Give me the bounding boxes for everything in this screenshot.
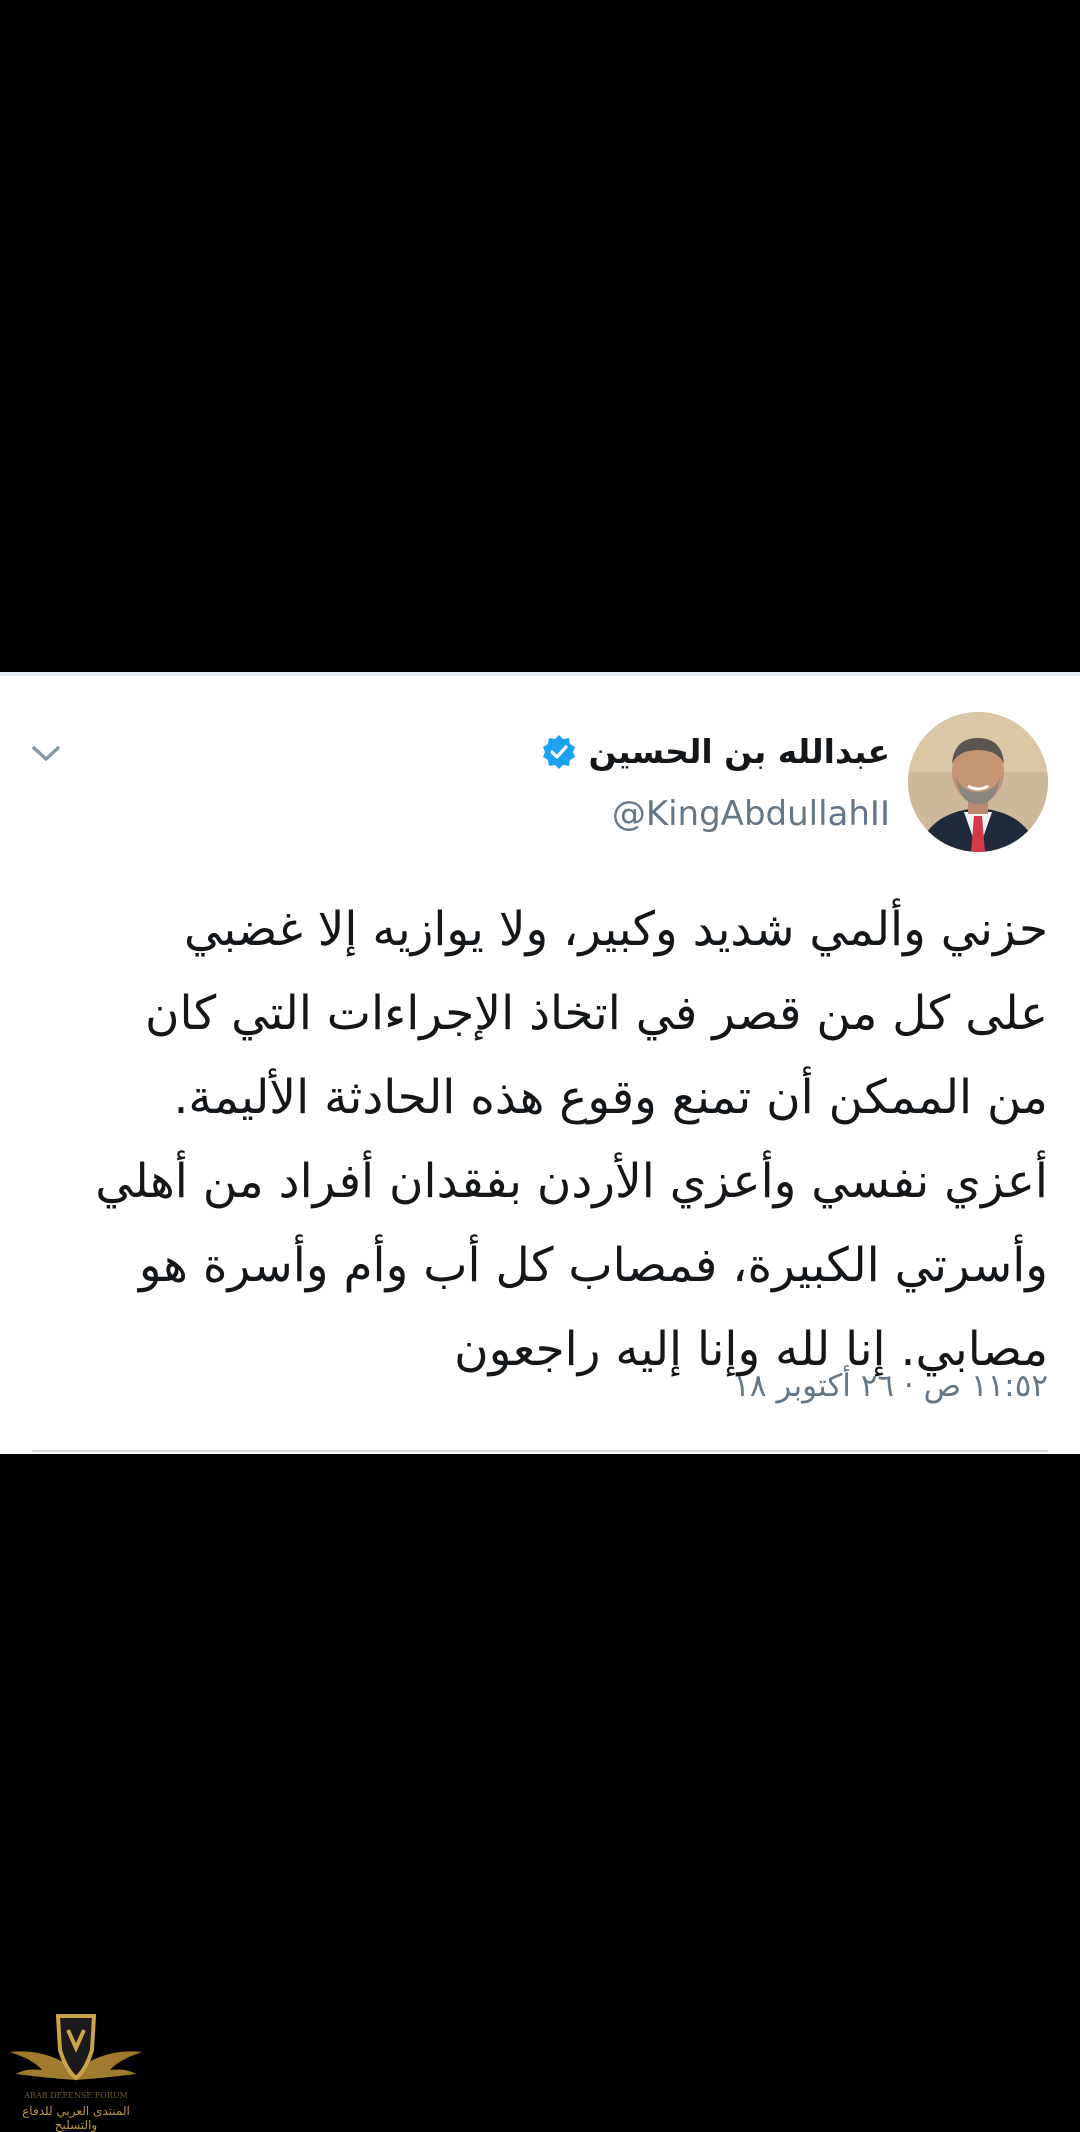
tweet-line: حزني وألمي شديد وكبير، ولا يوازيه إلا غض… xyxy=(183,902,1048,957)
tweet-timestamp[interactable]: ١١:٥٢ ص · ٢٦ أكتوبر ١٨ xyxy=(733,1368,1048,1404)
display-name[interactable]: عبدالله بن الحسين xyxy=(588,732,890,771)
author-row[interactable]: عبدالله بن الحسين xyxy=(540,732,890,771)
svg-text:ARAB DEFENSE FORUM: ARAB DEFENSE FORUM xyxy=(23,2091,128,2100)
verified-badge-icon xyxy=(540,733,578,771)
tweet-card[interactable]: عبدالله بن الحسين @KingAbdullahII حزني و… xyxy=(0,672,1080,1454)
tweet-line: على كل من قصر في اتخاذ الإجراءات التي كا… xyxy=(144,986,1048,1041)
tweet-text: حزني وألمي شديد وكبير، ولا يوازيه إلا غض… xyxy=(44,888,1048,1392)
tweet-line: من الممكن أن تمنع وقوع هذه الحادثة الألي… xyxy=(173,1070,1048,1125)
top-letterbox xyxy=(0,0,1080,672)
user-handle[interactable]: @KingAbdullahII xyxy=(612,794,890,834)
tweet-line: أعزي نفسي وأعزي الأردن بفقدان أفراد من أ… xyxy=(95,1154,1048,1209)
avatar[interactable] xyxy=(908,712,1048,852)
bottom-letterbox xyxy=(0,1454,1080,2128)
tweet-line: وأسرتي الكبيرة، فمصاب كل أب وأم وأسرة هو xyxy=(138,1238,1048,1293)
divider xyxy=(32,1450,1048,1452)
chevron-down-icon[interactable] xyxy=(30,744,62,764)
